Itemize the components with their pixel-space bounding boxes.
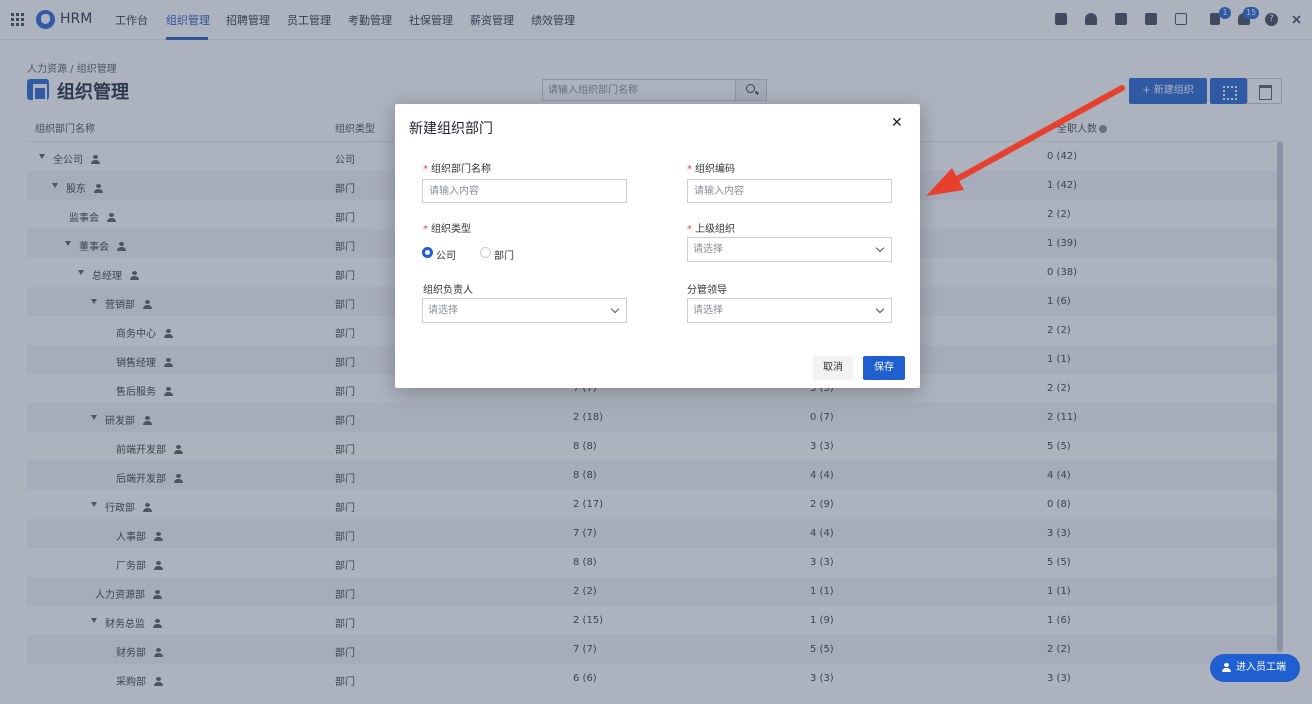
annotation-arrow — [926, 85, 1125, 196]
person-icon — [1222, 663, 1231, 672]
employee-portal-label: 进入员工端 — [1236, 662, 1286, 673]
employee-portal-button[interactable]: 进入员工端 — [1210, 654, 1300, 682]
